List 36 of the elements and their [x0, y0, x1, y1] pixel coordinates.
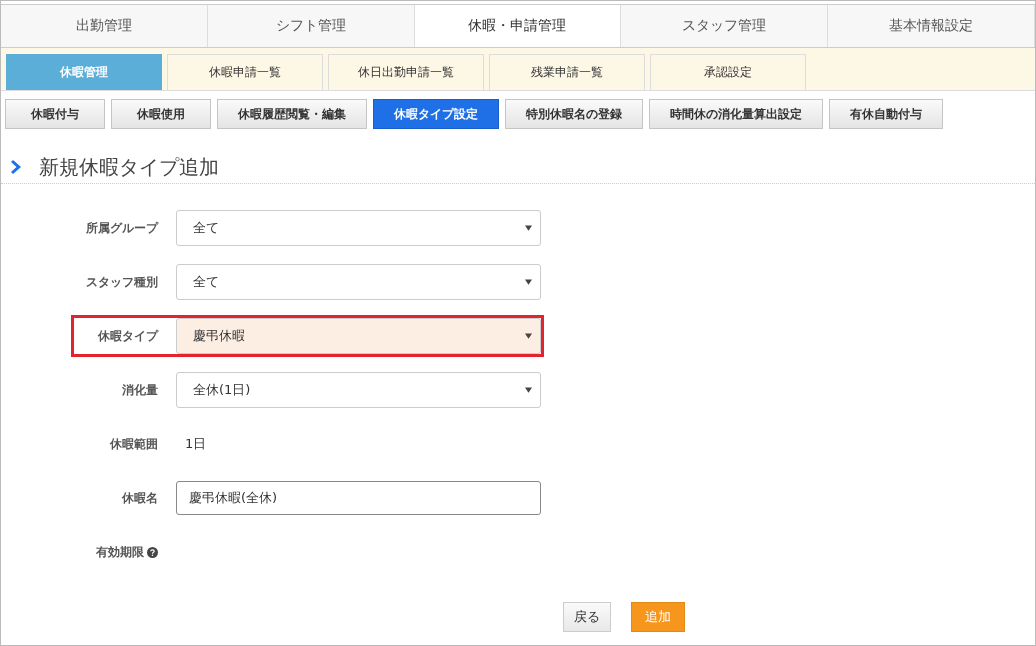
sub-nav-tab[interactable]: 承認設定 — [650, 54, 806, 90]
caret-icon — [525, 387, 532, 393]
caret-icon — [525, 225, 532, 231]
dropdown-field[interactable]: 慶弔休暇 — [176, 318, 541, 354]
sub-nav-tab[interactable]: 休日出勤申請一覧 — [328, 54, 484, 90]
field-label: 有効期限 — [96, 543, 144, 561]
dropdown-field[interactable]: 全休(1日) — [176, 372, 541, 408]
section-button[interactable]: 休暇タイプ設定 — [373, 99, 499, 129]
help-icon[interactable] — [147, 546, 158, 558]
caret-icon — [525, 333, 532, 339]
field-label: スタッフ種別 — [86, 273, 158, 291]
caret-icon — [525, 279, 532, 285]
section-button[interactable]: 休暇履歴閲覧・編集 — [217, 99, 367, 129]
section-button[interactable]: 特別休暇名の登録 — [505, 99, 643, 129]
field-value: 1日 — [184, 435, 207, 453]
section-button[interactable]: 時間休の消化量算出設定 — [649, 99, 823, 129]
chevron-icon — [11, 159, 23, 175]
sub-nav-tab[interactable]: 残業申請一覧 — [489, 54, 645, 90]
section-button[interactable]: 休暇使用 — [111, 99, 211, 129]
field-label: 休暇タイプ — [98, 327, 158, 345]
section-button[interactable]: 休暇付与 — [5, 99, 105, 129]
page-heading: 新規休暇タイプ追加 — [39, 153, 219, 181]
main-nav-tab[interactable]: 基本情報設定 — [828, 5, 1035, 47]
dropdown-field[interactable]: 全て — [176, 210, 541, 246]
field-label: 所属グループ — [86, 219, 158, 237]
sub-nav-tab[interactable]: 休暇申請一覧 — [167, 54, 323, 90]
main-nav-tab[interactable]: 出勤管理 — [1, 5, 208, 47]
main-nav-tab[interactable]: シフト管理 — [207, 5, 415, 47]
main-nav-tab[interactable]: スタッフ管理 — [621, 5, 829, 47]
back-button[interactable]: 戻る — [563, 602, 611, 632]
dropdown-field[interactable]: 全て — [176, 264, 541, 300]
section-button[interactable]: 有休自動付与 — [829, 99, 943, 129]
text-input[interactable]: 慶弔休暇(全休) — [176, 481, 541, 515]
field-label: 休暇名 — [122, 489, 158, 507]
field-label: 休暇範囲 — [110, 435, 158, 453]
field-label: 消化量 — [122, 381, 158, 399]
